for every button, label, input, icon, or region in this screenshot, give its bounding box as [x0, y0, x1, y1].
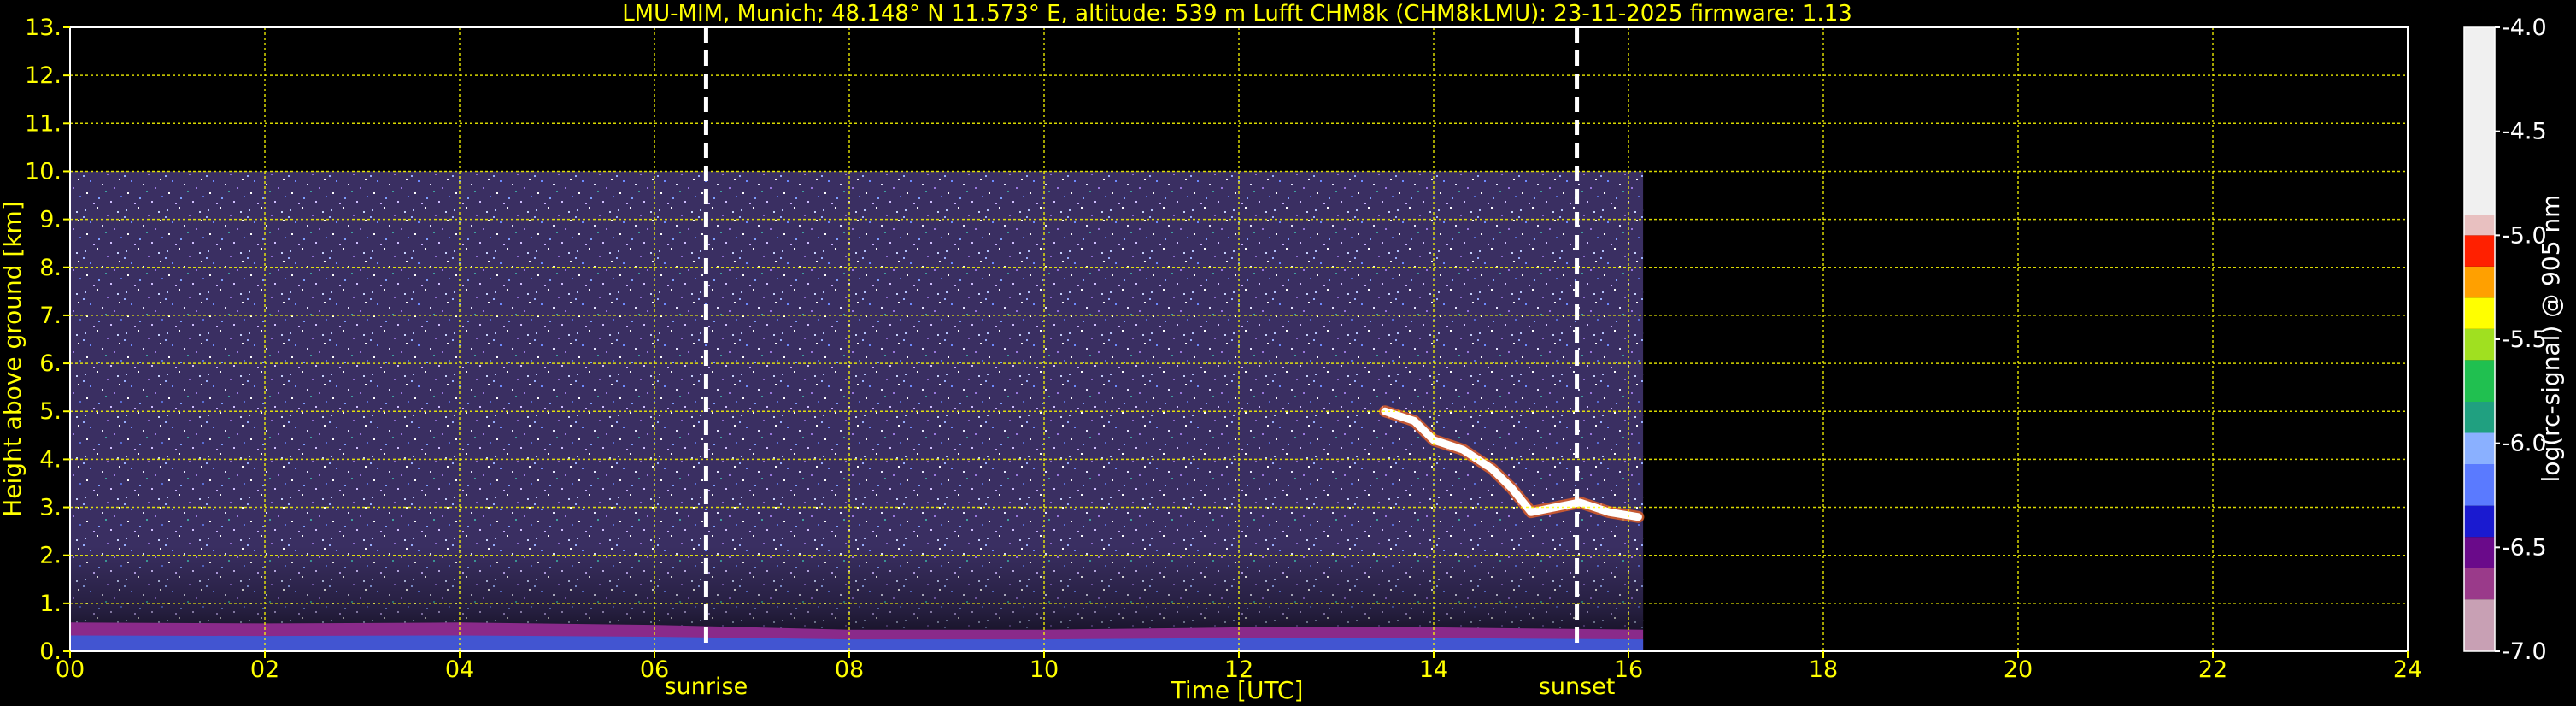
- x-tick-label: 02: [250, 656, 279, 683]
- sunset-label: sunset: [1539, 674, 1616, 700]
- x-tick-label: 14: [1419, 656, 1448, 683]
- colorbar-segment: [2464, 266, 2495, 298]
- y-tick-label: 5.: [39, 398, 62, 425]
- x-tick-label: 08: [835, 656, 864, 683]
- x-axis-label: Time [UTC]: [1171, 676, 1304, 704]
- y-axis-label: Height above ground [km]: [0, 201, 26, 517]
- colorbar-label: log(rc-signal) @ 905 nm: [2537, 195, 2565, 483]
- x-tick-label: 10: [1030, 656, 1059, 683]
- colorbar-segment: [2464, 568, 2495, 600]
- x-tick-label: 04: [445, 656, 474, 683]
- colorbar-tick-label: -4.0: [2502, 15, 2547, 41]
- colorbar-segment: [2464, 464, 2495, 506]
- y-tick-label: 13.: [25, 15, 62, 41]
- x-tick-label: 22: [2198, 656, 2227, 683]
- y-tick-label: 2.: [39, 543, 62, 569]
- colorbar-segment: [2464, 432, 2495, 464]
- colorbar-segment: [2464, 27, 2495, 215]
- colorbar-segment: [2464, 215, 2495, 236]
- plot-area: 00 02 04 06 08 10 12 14 16 18 20 22 240.1.2.3.4.5.6.…: [25, 15, 2422, 700]
- y-tick-label: 8.: [39, 255, 62, 281]
- y-tick-label: 9.: [39, 207, 62, 233]
- ceilometer-chart: LMU-MIM, Munich; 48.148° N 11.573° E, al…: [0, 1, 2565, 704]
- colorbar-tick-label: -6.5: [2502, 534, 2547, 561]
- chart-title: LMU-MIM, Munich; 48.148° N 11.573° E, al…: [622, 1, 1852, 26]
- y-tick-label: 12.: [25, 62, 62, 89]
- y-tick-label: 10.: [25, 158, 62, 185]
- colorbar-segment: [2464, 537, 2495, 568]
- colorbar-segment: [2464, 360, 2495, 402]
- y-tick-label: 6.: [39, 350, 62, 377]
- colorbar-tick-label: -4.5: [2502, 119, 2547, 145]
- sunrise-label: sunrise: [665, 674, 748, 700]
- x-tick-label: 24: [2393, 656, 2422, 683]
- colorbar: -4.0-4.5-5.0-5.5-6.0-6.5-7.0: [2463, 15, 2547, 665]
- y-tick-label: 4.: [39, 446, 62, 473]
- colorbar-segment: [2464, 599, 2495, 651]
- y-tick-label: 11.: [25, 110, 62, 137]
- y-tick-label: 3.: [39, 495, 62, 521]
- colorbar-segment: [2464, 328, 2495, 361]
- colorbar-segment: [2464, 505, 2495, 538]
- y-tick-label: 7.: [39, 303, 62, 329]
- y-tick-label: 0.: [39, 638, 62, 665]
- x-tick-label: 18: [1809, 656, 1838, 683]
- colorbar-tick-label: -7.0: [2502, 638, 2547, 665]
- x-tick-label: 20: [2004, 656, 2033, 683]
- colorbar-segment: [2464, 402, 2495, 433]
- y-tick-label: 1.: [39, 591, 62, 617]
- x-tick-label: 16: [1614, 656, 1643, 683]
- colorbar-segment: [2464, 235, 2495, 267]
- colorbar-segment: [2464, 297, 2495, 329]
